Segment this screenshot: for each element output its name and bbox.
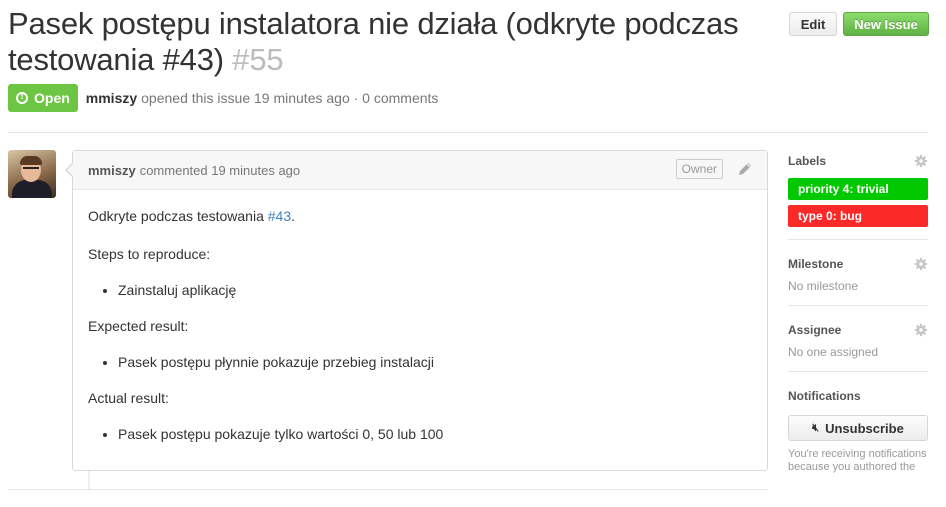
label-priority[interactable]: priority 4: trivial <box>788 178 928 200</box>
sidebar-divider <box>788 371 928 372</box>
steps-list: Zainstaluj aplikację <box>88 280 752 300</box>
header-actions: Edit New Issue <box>789 12 929 36</box>
label-type-bug[interactable]: type 0: bug <box>788 205 928 227</box>
unsubscribe-label: Unsubscribe <box>825 420 904 436</box>
notifications-title: Notifications <box>788 389 861 403</box>
notifications-heading: Notifications <box>788 385 928 407</box>
assignee-value: No one assigned <box>788 345 879 359</box>
gear-icon[interactable] <box>914 323 928 337</box>
gear-icon[interactable] <box>914 257 928 271</box>
timeline-line <box>88 471 90 489</box>
comment-time[interactable]: commented 19 minutes ago <box>140 163 300 178</box>
comment-box: mmiszy commented 19 minutes ago Owner Od… <box>65 150 768 471</box>
milestone-value: No milestone <box>788 279 859 293</box>
labels-title: Labels <box>788 154 827 168</box>
gear-icon[interactable] <box>914 154 928 168</box>
issue-43-link[interactable]: #43 <box>268 208 291 224</box>
intro-end: . <box>291 208 296 224</box>
sidebar: Labels priority 4: trivial type 0: bug M… <box>788 150 928 474</box>
pencil-icon[interactable] <box>737 161 753 177</box>
assignee-title: Assignee <box>788 323 842 337</box>
edit-button[interactable]: Edit <box>789 12 837 36</box>
state-badge: Open <box>8 84 78 112</box>
state-label: Open <box>34 90 70 106</box>
milestone-title: Milestone <box>788 257 844 271</box>
labels-list: priority 4: trivial type 0: bug <box>788 178 928 227</box>
expected-list: Pasek postępu płynnie pokazuje przebieg … <box>88 352 752 372</box>
issue-title-text: Pasek postępu instalatora nie działa (od… <box>8 6 739 77</box>
header-divider <box>8 132 928 133</box>
assignee-heading: Assignee <box>788 319 928 341</box>
intro-text: Odkryte podczas testowania <box>88 208 268 224</box>
actual-list: Pasek postępu pokazuje tylko wartości 0,… <box>88 424 752 444</box>
sidebar-divider <box>788 239 928 240</box>
expected-heading: Expected result: <box>88 318 189 334</box>
mute-icon: 🔇︎ <box>812 421 820 434</box>
list-item: Pasek postępu pokazuje tylko wartości 0,… <box>118 424 752 444</box>
owner-badge: Owner <box>675 159 723 179</box>
comment-intro: Odkryte podczas testowania #43. <box>88 206 752 226</box>
issue-author-link[interactable]: mmiszy <box>86 90 137 106</box>
avatar-hair-shape <box>20 156 42 165</box>
list-item: Pasek postępu płynnie pokazuje przebieg … <box>118 352 752 372</box>
new-issue-button[interactable]: New Issue <box>843 12 929 36</box>
avatar-glasses-shape <box>23 167 39 173</box>
comment-header: mmiszy commented 19 minutes ago Owner <box>73 151 767 190</box>
issue-title: Pasek postępu instalatora nie działa (od… <box>8 6 768 78</box>
notifications-note: You're receiving notifications because y… <box>788 448 927 473</box>
comment-author-link[interactable]: mmiszy <box>88 163 136 178</box>
actual-heading: Actual result: <box>88 390 169 406</box>
avatar[interactable] <box>8 150 56 198</box>
milestone-heading: Milestone <box>788 253 928 275</box>
issue-opened-icon <box>16 91 28 104</box>
list-item: Zainstaluj aplikację <box>118 280 752 300</box>
unsubscribe-button[interactable]: 🔇︎ Unsubscribe <box>788 415 928 441</box>
discussion-divider <box>8 489 768 490</box>
issue-meta: Open mmiszy opened this issue 19 minutes… <box>8 84 438 112</box>
labels-heading: Labels <box>788 150 928 172</box>
avatar-body-shape <box>12 180 52 198</box>
issue-opened-text: opened this issue 19 minutes ago · 0 com… <box>141 90 439 106</box>
steps-heading: Steps to reproduce: <box>88 246 211 262</box>
sidebar-divider <box>788 305 928 306</box>
comment-body: Odkryte podczas testowania #43. Steps to… <box>73 190 767 476</box>
issue-number: #55 <box>232 42 284 77</box>
